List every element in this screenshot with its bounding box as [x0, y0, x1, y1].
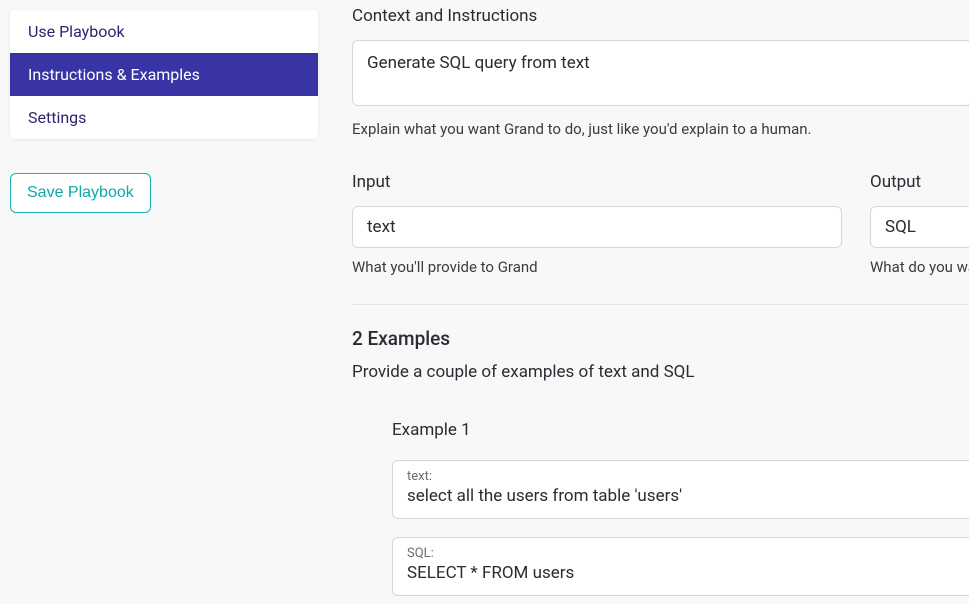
- example-title: Example 1: [392, 420, 969, 440]
- nav-item-use-playbook[interactable]: Use Playbook: [10, 10, 318, 53]
- sidebar: Use Playbook Instructions & Examples Set…: [0, 0, 328, 604]
- example-text-box[interactable]: text: select all the users from table 'u…: [392, 460, 969, 519]
- input-helper: What you'll provide to Grand: [352, 258, 842, 276]
- input-label: Input: [352, 172, 842, 192]
- example-sql-value: SELECT * FROM users: [407, 563, 967, 583]
- io-row: Input What you'll provide to Grand Outpu…: [352, 172, 969, 276]
- examples-subtext: Provide a couple of examples of text and…: [352, 362, 969, 382]
- example-sql-box[interactable]: SQL: SELECT * FROM users: [392, 537, 969, 596]
- input-field[interactable]: [352, 206, 842, 248]
- output-label: Output: [870, 172, 969, 192]
- context-helper: Explain what you want Grand to do, just …: [352, 120, 969, 138]
- example-text-value: select all the users from table 'users': [407, 486, 967, 506]
- divider: [352, 304, 969, 305]
- context-label: Context and Instructions: [352, 6, 969, 26]
- save-playbook-button[interactable]: Save Playbook: [10, 173, 151, 213]
- main-panel: Context and Instructions Explain what yo…: [328, 0, 969, 604]
- nav-item-instructions-examples[interactable]: Instructions & Examples: [10, 53, 318, 96]
- output-helper: What do you wa: [870, 258, 969, 276]
- output-field[interactable]: [870, 206, 969, 248]
- nav-card: Use Playbook Instructions & Examples Set…: [10, 10, 318, 139]
- nav-item-settings[interactable]: Settings: [10, 96, 318, 139]
- output-column: Output What do you wa: [870, 172, 969, 276]
- examples-heading: 2 Examples: [352, 327, 969, 350]
- example-text-label: text:: [407, 469, 967, 484]
- input-column: Input What you'll provide to Grand: [352, 172, 842, 276]
- example-block: Example 1 text: select all the users fro…: [392, 420, 969, 596]
- example-sql-label: SQL:: [407, 546, 967, 561]
- context-textarea[interactable]: [352, 40, 969, 106]
